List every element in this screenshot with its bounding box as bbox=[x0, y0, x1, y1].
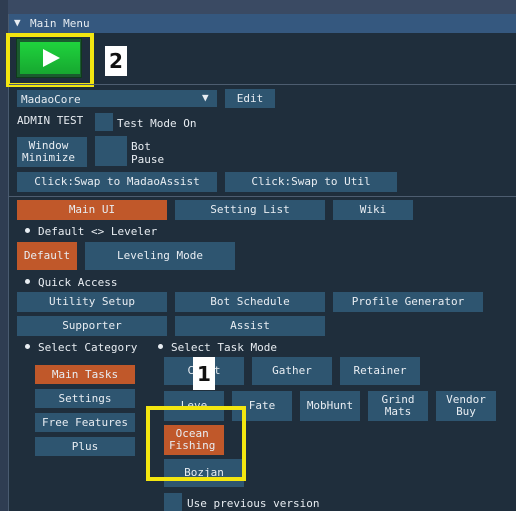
use-previous-version-checkbox[interactable] bbox=[164, 493, 182, 511]
bullet-icon bbox=[25, 344, 30, 349]
tab-main-ui[interactable]: Main UI bbox=[17, 200, 167, 220]
leveler-header: Default <> Leveler bbox=[38, 225, 158, 238]
bullet-icon bbox=[158, 344, 163, 349]
category-plus[interactable]: Plus bbox=[35, 437, 135, 456]
bot-pause-label: Bot Pause bbox=[131, 140, 165, 166]
utility-setup-button[interactable]: Utility Setup bbox=[17, 292, 167, 312]
task-gather[interactable]: Gather bbox=[252, 357, 332, 385]
swap-util-button[interactable]: Click:Swap to Util bbox=[225, 172, 397, 192]
annotation-badge-2: 2 bbox=[105, 46, 127, 76]
tab-setting-list[interactable]: Setting List bbox=[175, 200, 325, 220]
highlight-box-2 bbox=[6, 33, 94, 87]
bot-pause-checkbox[interactable] bbox=[95, 136, 127, 166]
window-minimize-button[interactable]: Window Minimize bbox=[17, 137, 87, 167]
supporter-button[interactable]: Supporter bbox=[17, 316, 167, 336]
core-dropdown-value: MadaoCore bbox=[21, 93, 81, 106]
category-main-tasks[interactable]: Main Tasks bbox=[35, 365, 135, 384]
edit-button[interactable]: Edit bbox=[225, 89, 275, 108]
test-mode-label: Test Mode On bbox=[117, 117, 197, 130]
annotation-badge-1: 1 bbox=[193, 357, 215, 390]
use-previous-version-label: Use previous version bbox=[187, 497, 320, 510]
category-free-features[interactable]: Free Features bbox=[35, 413, 135, 432]
test-mode-checkbox[interactable] bbox=[95, 113, 113, 131]
select-task-mode-header: Select Task Mode bbox=[171, 341, 277, 354]
bullet-icon bbox=[25, 279, 30, 284]
leveling-mode-button[interactable]: Leveling Mode bbox=[85, 242, 235, 270]
admin-test-label: ADMIN TEST bbox=[17, 114, 84, 127]
separator bbox=[9, 84, 516, 85]
bot-schedule-button[interactable]: Bot Schedule bbox=[175, 292, 325, 312]
task-mobhunt[interactable]: MobHunt bbox=[300, 391, 360, 421]
collapse-triangle-icon[interactable]: ▼ bbox=[14, 16, 21, 29]
chevron-down-icon[interactable]: ▼ bbox=[202, 91, 209, 104]
highlight-box-1 bbox=[146, 406, 246, 481]
default-mode-button[interactable]: Default bbox=[17, 242, 77, 270]
task-retainer[interactable]: Retainer bbox=[340, 357, 420, 385]
tab-wiki[interactable]: Wiki bbox=[333, 200, 413, 220]
task-grind-mats[interactable]: Grind Mats bbox=[368, 391, 428, 421]
window-title: Main Menu bbox=[30, 17, 90, 30]
task-vendor-buy[interactable]: Vendor Buy bbox=[436, 391, 496, 421]
bullet-icon bbox=[25, 228, 30, 233]
select-category-header: Select Category bbox=[38, 341, 138, 354]
swap-madaoassist-button[interactable]: Click:Swap to MadaoAssist bbox=[17, 172, 217, 192]
profile-generator-button[interactable]: Profile Generator bbox=[333, 292, 483, 312]
assist-button[interactable]: Assist bbox=[175, 316, 325, 336]
separator bbox=[9, 196, 516, 197]
category-settings[interactable]: Settings bbox=[35, 389, 135, 408]
quick-access-header: Quick Access bbox=[38, 276, 118, 289]
